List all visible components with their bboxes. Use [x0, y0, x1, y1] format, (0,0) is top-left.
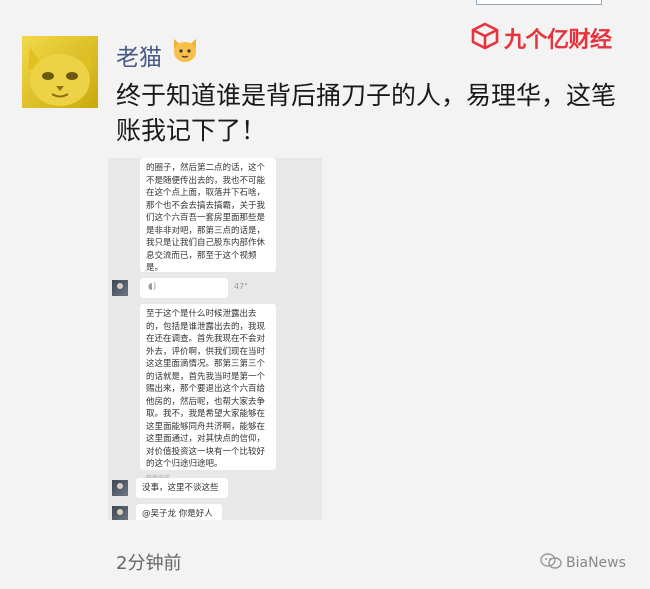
red-cube-logo-icon: [470, 21, 500, 55]
avatar[interactable]: [22, 36, 98, 108]
chat-bubble-1-text: 的圈子，然后第二点的话，这个不是随便传出去的，我也不可能在这个点上面，取落井下石…: [146, 163, 266, 273]
chat-bubble-2: 至于这个是什么时候泄露出去的，包括是谁泄露出去的，我现在还在调查。首先我现在不会…: [140, 304, 276, 482]
brand-logo: 九个亿财经: [470, 20, 612, 56]
post-timestamp: 2分钟前: [116, 553, 182, 574]
watermark: BiaNews: [540, 552, 626, 574]
voice-duration: 47": [234, 282, 248, 291]
chat-avatar: [112, 506, 128, 520]
wechat-icon: [540, 552, 562, 574]
chat-avatar: [112, 280, 128, 296]
post-text: 终于知道谁是背后捅刀子的人，易理华，这笔账我记下了！: [116, 81, 617, 145]
chat-bubble-1: 的圈子，然后第二点的话，这个不是随便传出去的，我也不可能在这个点上面，取落井下石…: [140, 158, 276, 286]
watermark-text: BiaNews: [566, 555, 626, 571]
cat-face-icon: [171, 36, 199, 64]
chat-bubble-2-text: 至于这个是什么时候泄露出去的，包括是谁泄露出去的，我现在还在调查。首先我现在不会…: [146, 309, 266, 469]
brand-name: 九个亿财经: [504, 28, 612, 53]
voice-message: ◖): [140, 278, 228, 298]
username[interactable]: 老猫: [116, 38, 162, 72]
chat-bubble-4: @吴子龙 你是好人: [136, 504, 222, 520]
chat-screenshot-image[interactable]: 的圈子，然后第二点的话，这个不是随便传出去的，我也不可能在这个点上面，取落井下石…: [108, 158, 322, 520]
top-frame-edge: [476, 0, 602, 5]
voice-wave-icon: ◖): [148, 282, 157, 292]
chat-bubble-3: 没事，这里不谈这些: [136, 478, 228, 498]
cat-avatar-icon: [28, 48, 92, 106]
chat-avatar: [112, 480, 128, 496]
